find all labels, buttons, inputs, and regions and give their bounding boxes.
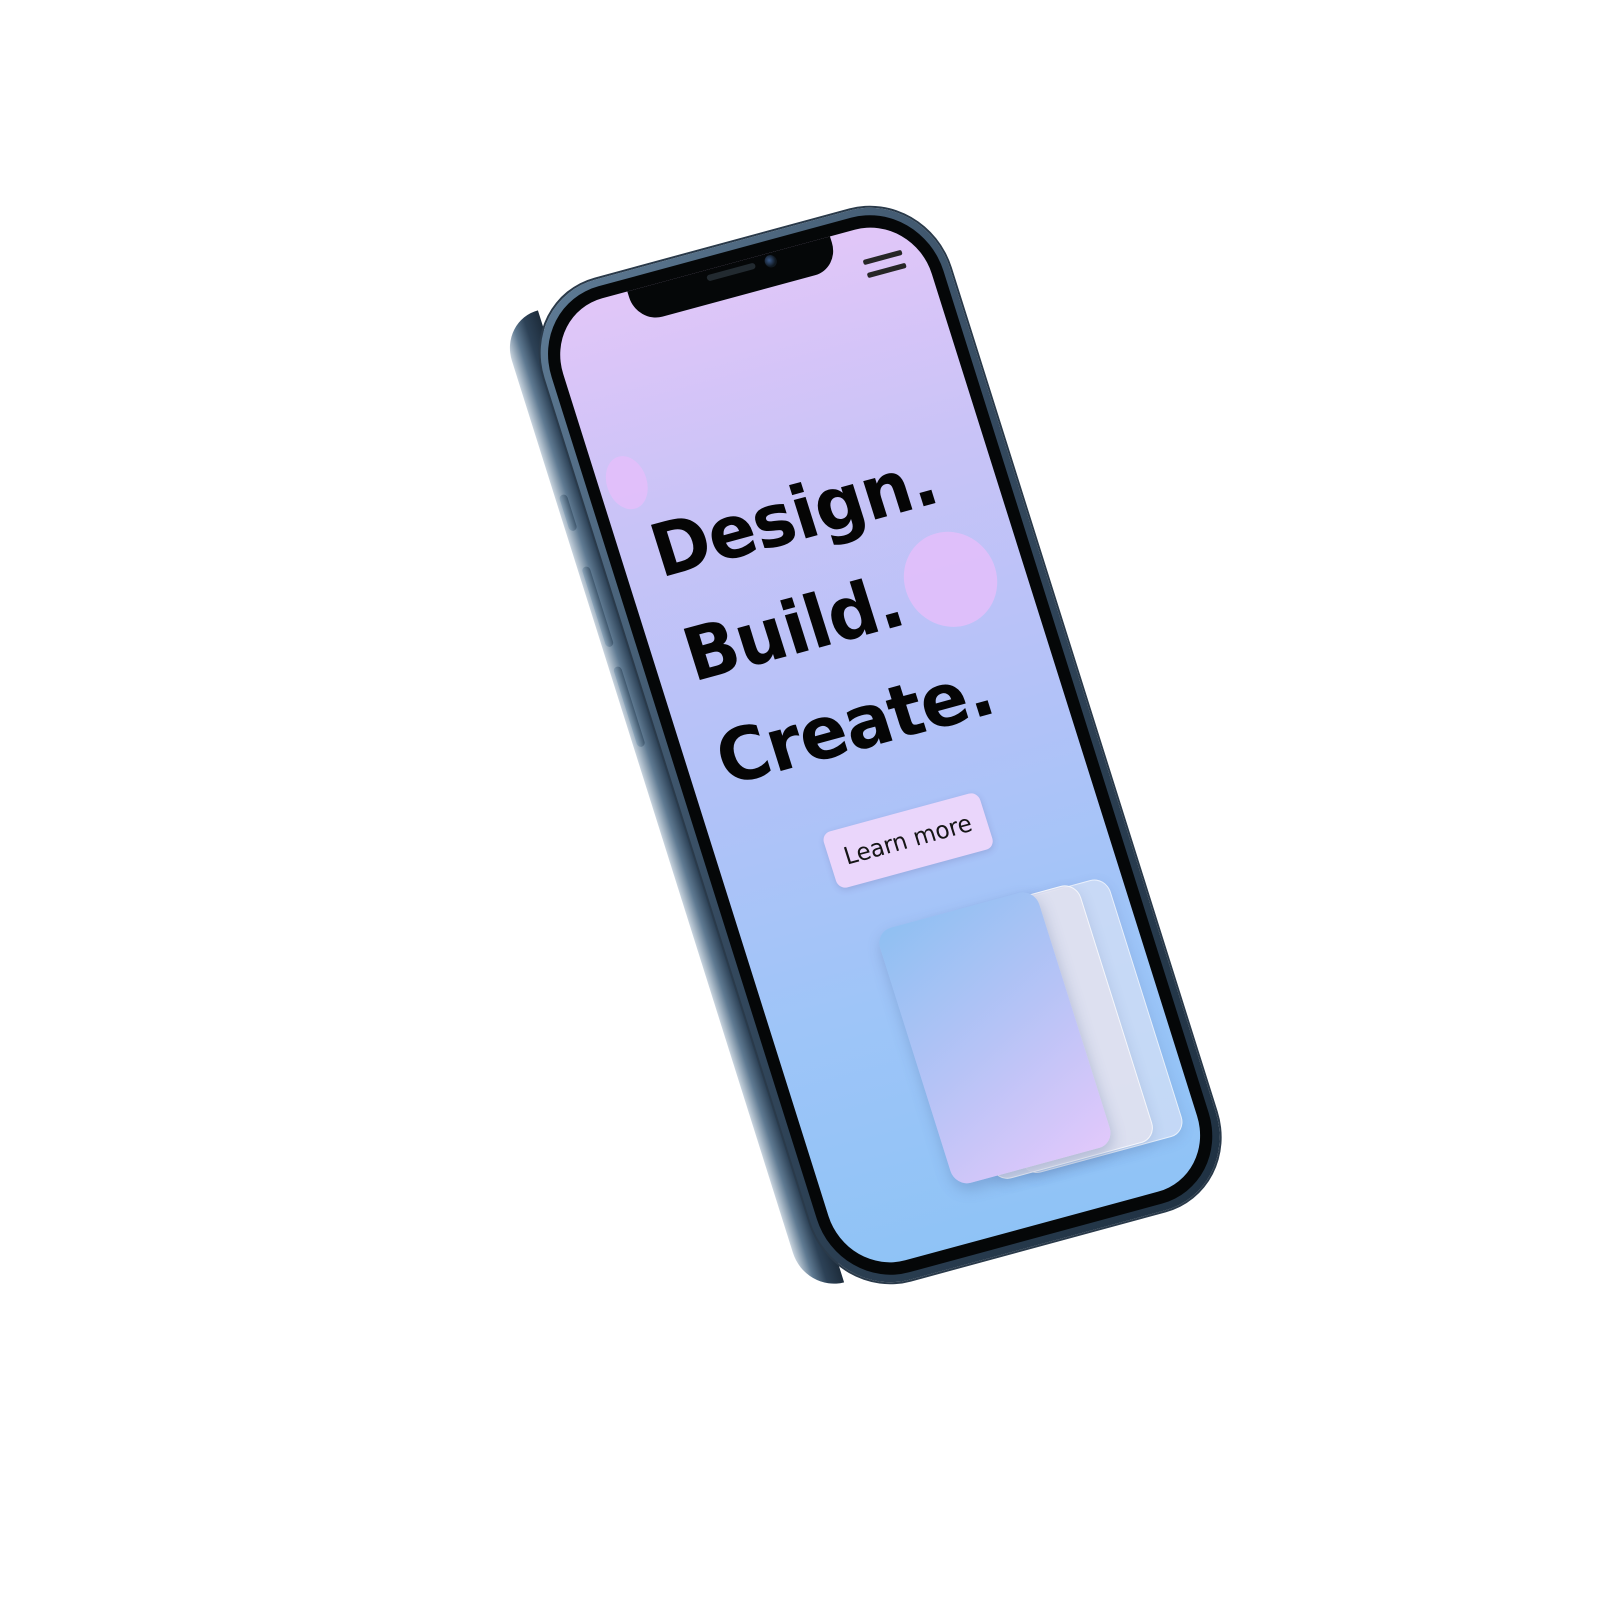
hamburger-menu-icon[interactable] — [861, 246, 908, 284]
menu-line — [866, 262, 907, 279]
learn-more-button[interactable]: Learn more — [821, 791, 996, 890]
front-camera — [763, 253, 779, 269]
menu-line — [862, 249, 903, 266]
phone-mockup: Design. Build. Create. Learn more — [499, 189, 1241, 1301]
mockup-stage: Design. Build. Create. Learn more — [0, 0, 1600, 1600]
hero-headline: Design. Build. Create. — [637, 425, 1016, 813]
